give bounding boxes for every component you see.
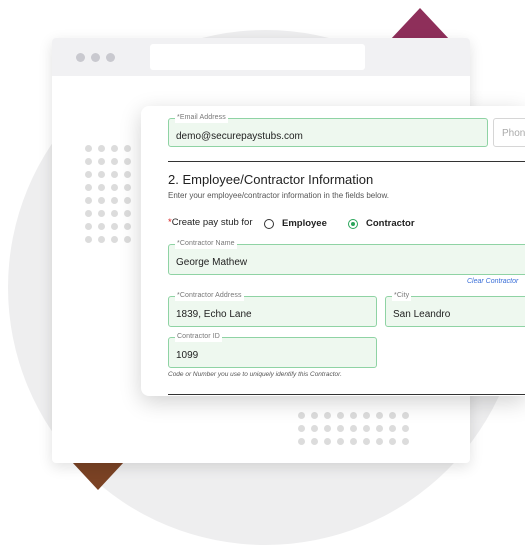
section-subtitle: Enter your employee/contractor informati…	[168, 191, 390, 200]
window-dot-icon	[76, 53, 85, 62]
contractor-id-value: 1099	[176, 350, 199, 361]
contractor-name-field[interactable]: *Contractor Name George Mathew	[168, 239, 525, 275]
contractor-address-value: 1839, Echo Lane	[176, 309, 252, 320]
employee-radio-label[interactable]: Employee	[282, 218, 327, 229]
paystub-form-card: *Email Address demo@securepaystubs.com P…	[141, 106, 525, 396]
employee-radio[interactable]	[264, 219, 274, 229]
dot-pattern	[85, 145, 131, 243]
contractor-id-helper-text: Code or Number you use to uniquely ident…	[168, 371, 342, 378]
section-title: 2. Employee/Contractor Information	[168, 172, 374, 187]
contractor-address-field[interactable]: *Contractor Address 1839, Echo Lane	[168, 291, 377, 327]
city-label: *City	[392, 291, 412, 301]
contractor-address-label: *Contractor Address	[175, 291, 244, 301]
clear-contractor-link[interactable]: Clear Contractor	[467, 278, 518, 285]
section-divider	[168, 394, 525, 395]
stub-for-text: Create pay stub for	[171, 217, 253, 228]
phone-field-placeholder: Phon	[502, 128, 525, 139]
email-field-value: demo@securepaystubs.com	[176, 131, 303, 142]
browser-toolbar	[52, 38, 470, 76]
contractor-name-value: George Mathew	[176, 257, 248, 268]
decorative-triangle	[390, 8, 450, 40]
contractor-radio-label[interactable]: Contractor	[366, 218, 415, 229]
window-dot-icon	[91, 53, 100, 62]
contractor-id-label: Contractor ID	[175, 332, 222, 342]
address-bar[interactable]	[150, 44, 365, 70]
decorative-triangle	[72, 462, 124, 490]
contractor-name-label: *Contractor Name	[175, 239, 237, 249]
email-field-label: *Email Address	[175, 113, 228, 123]
phone-field[interactable]: Phon	[493, 118, 525, 147]
stub-for-label: *Create pay stub for	[168, 217, 253, 231]
contractor-id-field[interactable]: Contractor ID 1099	[168, 332, 377, 368]
city-value: San Leandro	[393, 309, 451, 320]
city-field[interactable]: *City San Leandro	[385, 291, 525, 327]
contractor-radio[interactable]	[348, 219, 358, 229]
dot-pattern	[298, 412, 409, 445]
section-divider	[168, 161, 525, 162]
email-field[interactable]: *Email Address demo@securepaystubs.com	[168, 113, 488, 147]
window-dot-icon	[106, 53, 115, 62]
